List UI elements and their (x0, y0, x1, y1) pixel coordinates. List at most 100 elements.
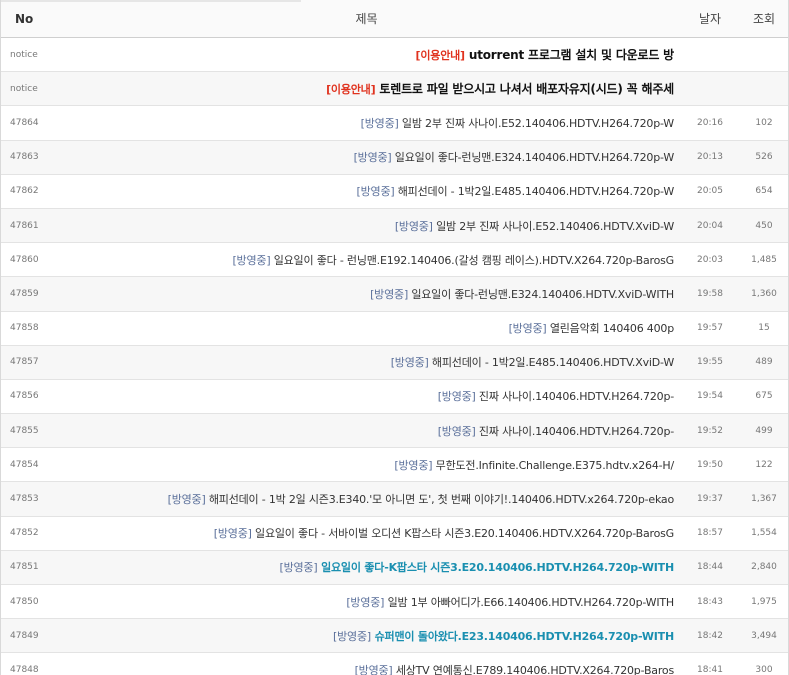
table-row[interactable]: 47863 [방영중] 일요일이 좋다-런닝맨.E324.140406.HDTV.… (1, 140, 788, 175)
post-title-link[interactable]: 일밤 2부 진짜 사나이.E52.140406.HDTV.H264.720p-W (399, 117, 674, 130)
col-header-title[interactable]: 제목 (53, 10, 680, 27)
post-title-link[interactable]: 일밤 1부 아빠어디가.E66.140406.HDTV.H264.720p-WI… (384, 596, 675, 609)
category-tag[interactable]: [방영중] (361, 117, 399, 130)
table-row[interactable]: 47849 [방영중] 슈퍼맨이 돌아왔다.E23.140406.HDTV.H26… (1, 619, 788, 654)
table-row[interactable]: 47853 [방영중] 해피선데이 - 1박 2일 시즌3.E340.'모 아니면… (1, 482, 788, 517)
table-row[interactable]: 47855 [방영중] 진짜 사나이.140406.HDTV.H264.720p-… (1, 414, 788, 449)
post-title-link[interactable]: 토렌트로 파일 받으시고 나셔서 배포자유지(시드) 꼭 해주세 (375, 82, 674, 96)
category-tag[interactable]: [이용안내] (326, 83, 376, 96)
category-tag[interactable]: [방영중] (214, 527, 252, 540)
header-tab-indicator (1, 0, 301, 2)
post-title-link[interactable]: 일요일이 좋다-런닝맨.E324.140406.HDTV.H264.720p-W (392, 151, 674, 164)
category-tag[interactable]: [방영중] (394, 459, 432, 472)
row-date: 19:57 (697, 323, 723, 334)
row-views: 3,494 (751, 630, 777, 641)
post-title-link[interactable]: 일밤 2부 진짜 사나이.E52.140406.HDTV.XviD-W (433, 220, 674, 233)
row-views: 450 (755, 220, 773, 231)
row-number: 47853 (10, 494, 39, 505)
row-date: 18:41 (697, 664, 723, 675)
category-tag[interactable]: [방영중] (355, 664, 393, 675)
category-tag[interactable]: [방영중] (395, 220, 433, 233)
row-title-cell: [방영중] 해피선데이 - 1박2일.E485.140406.HDTV.H264… (53, 183, 680, 199)
category-tag[interactable]: [방영중] (438, 425, 476, 438)
row-title-cell: [방영중] 해피선데이 - 1박 2일 시즌3.E340.'모 아니면 도', … (53, 491, 680, 507)
post-title-link[interactable]: 세상TV 연예통신.E789.140406.HDTV.X264.720p-Bar… (393, 664, 674, 675)
table-row[interactable]: notice [이용안내] utorrent 프로그램 설치 및 다운로드 방 (1, 38, 788, 73)
table-row[interactable]: 47851 [방영중] 일요일이 좋다-K팝스타 시즌3.E20.140406.H… (1, 550, 788, 585)
category-tag[interactable]: [방영중] (346, 596, 384, 609)
post-title-link[interactable]: 해피선데이 - 1박 2일 시즌3.E340.'모 아니면 도', 첫 번째 이… (206, 493, 674, 506)
post-title-link[interactable]: 슈퍼맨이 돌아왔다.E23.140406.HDTV.H264.720p-WITH (371, 630, 675, 643)
row-number: 47852 (10, 528, 39, 539)
row-title-cell: [방영중] 슈퍼맨이 돌아왔다.E23.140406.HDTV.H264.720… (53, 628, 680, 644)
row-views: 300 (755, 664, 773, 675)
table-row[interactable]: 47850 [방영중] 일밤 1부 아빠어디가.E66.140406.HDTV.H… (1, 585, 788, 620)
col-header-views[interactable]: 조회 (740, 10, 788, 27)
category-tag[interactable]: [방영중] (354, 151, 392, 164)
post-title-link[interactable]: 일요일이 좋다-K팝스타 시즌3.E20.140406.HDTV.H264.72… (317, 561, 674, 574)
table-row[interactable]: 47854 [방영중] 무한도전.Infinite.Challenge.E375.… (1, 448, 788, 483)
row-number: 47860 (10, 254, 39, 265)
post-title-link[interactable]: 해피선데이 - 1박2일.E485.140406.HDTV.XviD-W (429, 356, 674, 369)
row-date: 19:54 (697, 391, 723, 402)
table-row[interactable]: 47856 [방영중] 진짜 사나이.140406.HDTV.H264.720p-… (1, 379, 788, 415)
category-tag[interactable]: [방영중] (391, 356, 429, 369)
row-date: 20:03 (697, 254, 723, 265)
table-row[interactable]: 47860 [방영중] 일요일이 좋다 - 런닝맨.E192.140406.(갈성… (1, 243, 788, 278)
table-row[interactable]: 47852 [방영중] 일요일이 좋다 - 서바이벌 오디션 K팝스타 시즌3.E… (1, 516, 788, 551)
row-views: 15 (758, 323, 770, 334)
post-title-link[interactable]: 일요일이 좋다 - 서바이벌 오디션 K팝스타 시즌3.E20.140406.H… (252, 527, 674, 540)
row-number: 47862 (10, 186, 39, 197)
post-title-link[interactable]: 열린음악회 140406 400p (547, 322, 674, 335)
row-date: 18:43 (697, 596, 723, 607)
category-tag[interactable]: [방영중] (333, 630, 371, 643)
post-title-link[interactable]: 일요일이 좋다 - 런닝맨.E192.140406.(갈성 캠핑 레이스).HD… (270, 254, 674, 267)
row-views: 526 (755, 152, 773, 163)
post-title-link[interactable]: 일요일이 좋다-런닝맨.E324.140406.HDTV.XviD-WITH (408, 288, 674, 301)
table-row[interactable]: 47858 [방영중] 열린음악회 140406 400p 19:57 15 (1, 311, 788, 346)
category-tag[interactable]: [방영중] (509, 322, 547, 335)
row-title-cell: [방영중] 일요일이 좋다 - 런닝맨.E192.140406.(갈성 캠핑 레… (53, 252, 680, 268)
category-tag[interactable]: [방영중] (168, 493, 206, 506)
table-row[interactable]: 47862 [방영중] 해피선데이 - 1박2일.E485.140406.HDTV… (1, 174, 788, 209)
col-header-no[interactable]: No (1, 12, 53, 26)
row-date: 18:42 (697, 630, 723, 641)
table-row[interactable]: 47861 [방영중] 일밤 2부 진짜 사나이.E52.140406.HDTV.… (1, 208, 788, 244)
category-tag[interactable]: [방영중] (370, 288, 408, 301)
post-title-link[interactable]: 무한도전.Infinite.Challenge.E375.hdtv.x264-H… (432, 459, 675, 472)
row-title-cell: [방영중] 일요일이 좋다-K팝스타 시즌3.E20.140406.HDTV.H… (53, 559, 680, 575)
category-tag[interactable]: [방영중] (232, 254, 270, 267)
row-date: 18:44 (697, 562, 723, 573)
post-title-link[interactable]: 해피선데이 - 1박2일.E485.140406.HDTV.H264.720p-… (394, 185, 674, 198)
row-number: notice (10, 83, 38, 94)
row-number: 47854 (10, 459, 39, 470)
category-tag[interactable]: [방영중] (438, 390, 476, 403)
row-number: 47857 (10, 357, 39, 368)
list-header: No 제목 날자 조회 (1, 0, 788, 38)
table-row[interactable]: notice [이용안내] 토렌트로 파일 받으시고 나셔서 배포자유지(시드) … (1, 72, 788, 107)
row-views: 2,840 (751, 562, 777, 573)
row-views: 1,360 (751, 288, 777, 299)
row-title-cell: [방영중] 일요일이 좋다 - 서바이벌 오디션 K팝스타 시즌3.E20.14… (53, 525, 680, 541)
table-row[interactable]: 47864 [방영중] 일밤 2부 진짜 사나이.E52.140406.HDTV.… (1, 106, 788, 141)
col-header-date[interactable]: 날자 (680, 10, 740, 27)
row-views: 122 (755, 459, 773, 470)
table-row[interactable]: 47857 [방영중] 해피선데이 - 1박2일.E485.140406.HDTV… (1, 345, 788, 380)
post-title-link[interactable]: 진짜 사나이.140406.HDTV.H264.720p- (476, 390, 674, 403)
row-views: 675 (755, 391, 773, 402)
category-tag[interactable]: [방영중] (357, 185, 395, 198)
table-row[interactable]: 47859 [방영중] 일요일이 좋다-런닝맨.E324.140406.HDTV.… (1, 277, 788, 312)
post-title-link[interactable]: 진짜 사나이.140406.HDTV.H264.720p- (476, 425, 674, 438)
table-row[interactable]: 47848 [방영중] 세상TV 연예통신.E789.140406.HDTV.X2… (1, 653, 788, 675)
category-tag[interactable]: [이용안내] (416, 49, 466, 62)
row-title-cell: [방영중] 일밤 2부 진짜 사나이.E52.140406.HDTV.H264.… (53, 115, 680, 131)
row-date: 20:05 (697, 186, 723, 197)
row-views: 1,367 (751, 494, 777, 505)
row-title-cell: [방영중] 진짜 사나이.140406.HDTV.H264.720p- (53, 423, 680, 439)
row-title-cell: [방영중] 무한도전.Infinite.Challenge.E375.hdtv.… (53, 457, 680, 473)
row-title-cell: [이용안내] utorrent 프로그램 설치 및 다운로드 방 (53, 46, 680, 63)
row-number: 47863 (10, 152, 39, 163)
category-tag[interactable]: [방영중] (280, 561, 318, 574)
row-title-cell: [방영중] 일밤 1부 아빠어디가.E66.140406.HDTV.H264.7… (53, 594, 680, 610)
post-title-link[interactable]: utorrent 프로그램 설치 및 다운로드 방 (465, 48, 674, 62)
